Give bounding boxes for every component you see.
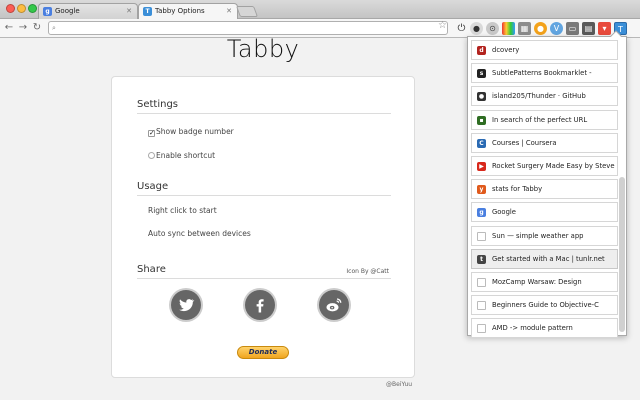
enable-shortcut-option[interactable]: Enable shortcut [148, 151, 215, 160]
forward-arrow-icon[interactable]: → [17, 21, 29, 35]
usage-line-2: Auto sync between devices [148, 229, 251, 238]
zoom-window-button[interactable] [28, 4, 37, 13]
list-item[interactable]: AMD -> module pattern [471, 318, 618, 339]
weibo-share-button[interactable] [319, 290, 349, 320]
twitter-icon [179, 299, 195, 312]
facebook-share-button[interactable] [245, 290, 275, 320]
enable-shortcut-radio[interactable] [148, 152, 155, 159]
list-item-label: Get started with a Mac | tunlr.net [492, 254, 605, 263]
twitter-share-button[interactable] [171, 290, 201, 320]
site-favicon-icon: ● [477, 92, 486, 102]
list-item-label: Beginners Guide to Objective-C [492, 301, 599, 310]
site-favicon-icon: s [477, 69, 486, 79]
tab-label: Google [55, 7, 80, 15]
extension-color-icon[interactable] [502, 22, 515, 35]
list-item-label: MozCamp Warsaw: Design [492, 277, 582, 286]
list-item-label: dcovery [492, 46, 520, 54]
options-card: Settings ✓Show badge number Enable short… [111, 76, 415, 378]
list-item-label: stats for Tabby [492, 185, 543, 194]
power-icon[interactable]: ⏻ [455, 22, 468, 35]
list-item[interactable]: g Google [471, 202, 618, 223]
list-item[interactable]: y stats for Tabby [471, 179, 618, 200]
extension-grid-icon[interactable]: ▤ [582, 22, 595, 35]
list-item-label: In search of the perfect URL [492, 115, 588, 124]
list-item[interactable]: MozCamp Warsaw: Design [471, 271, 618, 292]
site-favicon-icon: d [477, 46, 486, 55]
list-item-label: island205/Thunder · GitHub [492, 92, 586, 101]
usage-line-1: Right click to start [148, 206, 217, 215]
list-item[interactable]: d dcovery [471, 40, 618, 60]
site-favicon-icon: ▪ [477, 115, 486, 125]
address-bar[interactable]: ⌕ [48, 21, 448, 41]
list-item[interactable]: t Get started with a Mac | tunlr.net [471, 248, 618, 269]
popup-scrollbar[interactable] [619, 177, 625, 332]
list-item[interactable]: ▶ Rocket Surgery Made Easy by Steve [471, 155, 618, 176]
site-favicon-icon: y [477, 185, 486, 195]
tab-google[interactable]: g Google ✕ [38, 3, 138, 19]
google-favicon-icon: g [43, 7, 52, 16]
show-badge-label: Show badge number [156, 127, 234, 136]
search-icon: ⌕ [52, 24, 56, 32]
tabby-popup: d dcovery s SubtlePatterns Bookmarklet - ● is… [467, 30, 627, 339]
list-item[interactable]: s SubtlePatterns Bookmarklet - [471, 63, 618, 84]
close-tab-icon[interactable]: ✕ [126, 4, 132, 18]
page-icon [477, 277, 486, 287]
extension-screen-icon[interactable]: ▭ [566, 22, 579, 35]
weibo-icon [326, 298, 342, 312]
site-favicon-icon: t [477, 254, 486, 264]
facebook-icon [256, 299, 264, 313]
site-favicon-icon: ▶ [477, 161, 486, 171]
page-title: Tabby [226, 35, 300, 63]
icon-credit: Icon By @Catt [346, 268, 389, 275]
list-item-label: Rocket Surgery Made Easy by Steve [492, 161, 615, 170]
list-item[interactable]: C Courses | Coursera [471, 132, 618, 153]
list-item[interactable]: Beginners Guide to Objective-C [471, 295, 618, 316]
list-item-label: AMD -> module pattern [492, 324, 573, 333]
back-arrow-icon[interactable]: ← [3, 21, 15, 35]
extension-pocket-icon[interactable]: ▾ [598, 22, 611, 35]
author-credit: @BeiYuu [386, 381, 413, 388]
list-item-label: Courses | Coursera [492, 138, 557, 147]
tabby-favicon-icon: T [143, 7, 152, 16]
minimize-window-button[interactable] [17, 4, 26, 13]
new-tab-button[interactable] [235, 6, 259, 17]
close-window-button[interactable] [6, 4, 15, 13]
extension-orange-icon[interactable]: ● [534, 22, 547, 35]
close-tab-icon[interactable]: ✕ [226, 4, 232, 18]
show-badge-checkbox[interactable]: ✓ [148, 130, 155, 137]
list-item[interactable]: ▪ In search of the perfect URL [471, 109, 618, 130]
settings-heading: Settings [137, 99, 391, 114]
site-favicon-icon: g [477, 208, 486, 218]
usage-heading: Usage [137, 181, 391, 196]
tab-tabby-options[interactable]: T Tabby Options ✕ [138, 3, 238, 19]
show-badge-option[interactable]: ✓Show badge number [148, 127, 234, 137]
site-favicon-icon: C [477, 138, 486, 148]
page-icon [477, 324, 486, 334]
donate-button[interactable]: Donate [237, 346, 289, 359]
extension-sync-icon[interactable]: ⊙ [486, 22, 499, 35]
list-item[interactable]: Sun — simple weather app [471, 225, 618, 246]
window-titlebar: g Google ✕ T Tabby Options ✕ [0, 0, 640, 19]
page-icon [477, 301, 486, 311]
extension-v-icon[interactable]: V [550, 22, 563, 35]
bookmark-star-icon[interactable]: ☆ [438, 20, 447, 31]
list-item[interactable]: ● island205/Thunder · GitHub [471, 86, 618, 107]
list-item-label: SubtlePatterns Bookmarklet - [492, 69, 592, 78]
list-item-label: Google [492, 208, 516, 217]
bookmark-list: d dcovery s SubtlePatterns Bookmarklet - ● is… [471, 40, 618, 341]
list-item-label: Sun — simple weather app [492, 231, 584, 240]
extension-box-icon[interactable]: ▦ [518, 22, 531, 35]
extension-globe-icon[interactable]: ● [470, 22, 483, 35]
enable-shortcut-label: Enable shortcut [156, 151, 216, 160]
page-icon [477, 231, 486, 241]
tab-label: Tabby Options [155, 7, 205, 15]
reload-icon[interactable]: ↻ [31, 21, 43, 35]
